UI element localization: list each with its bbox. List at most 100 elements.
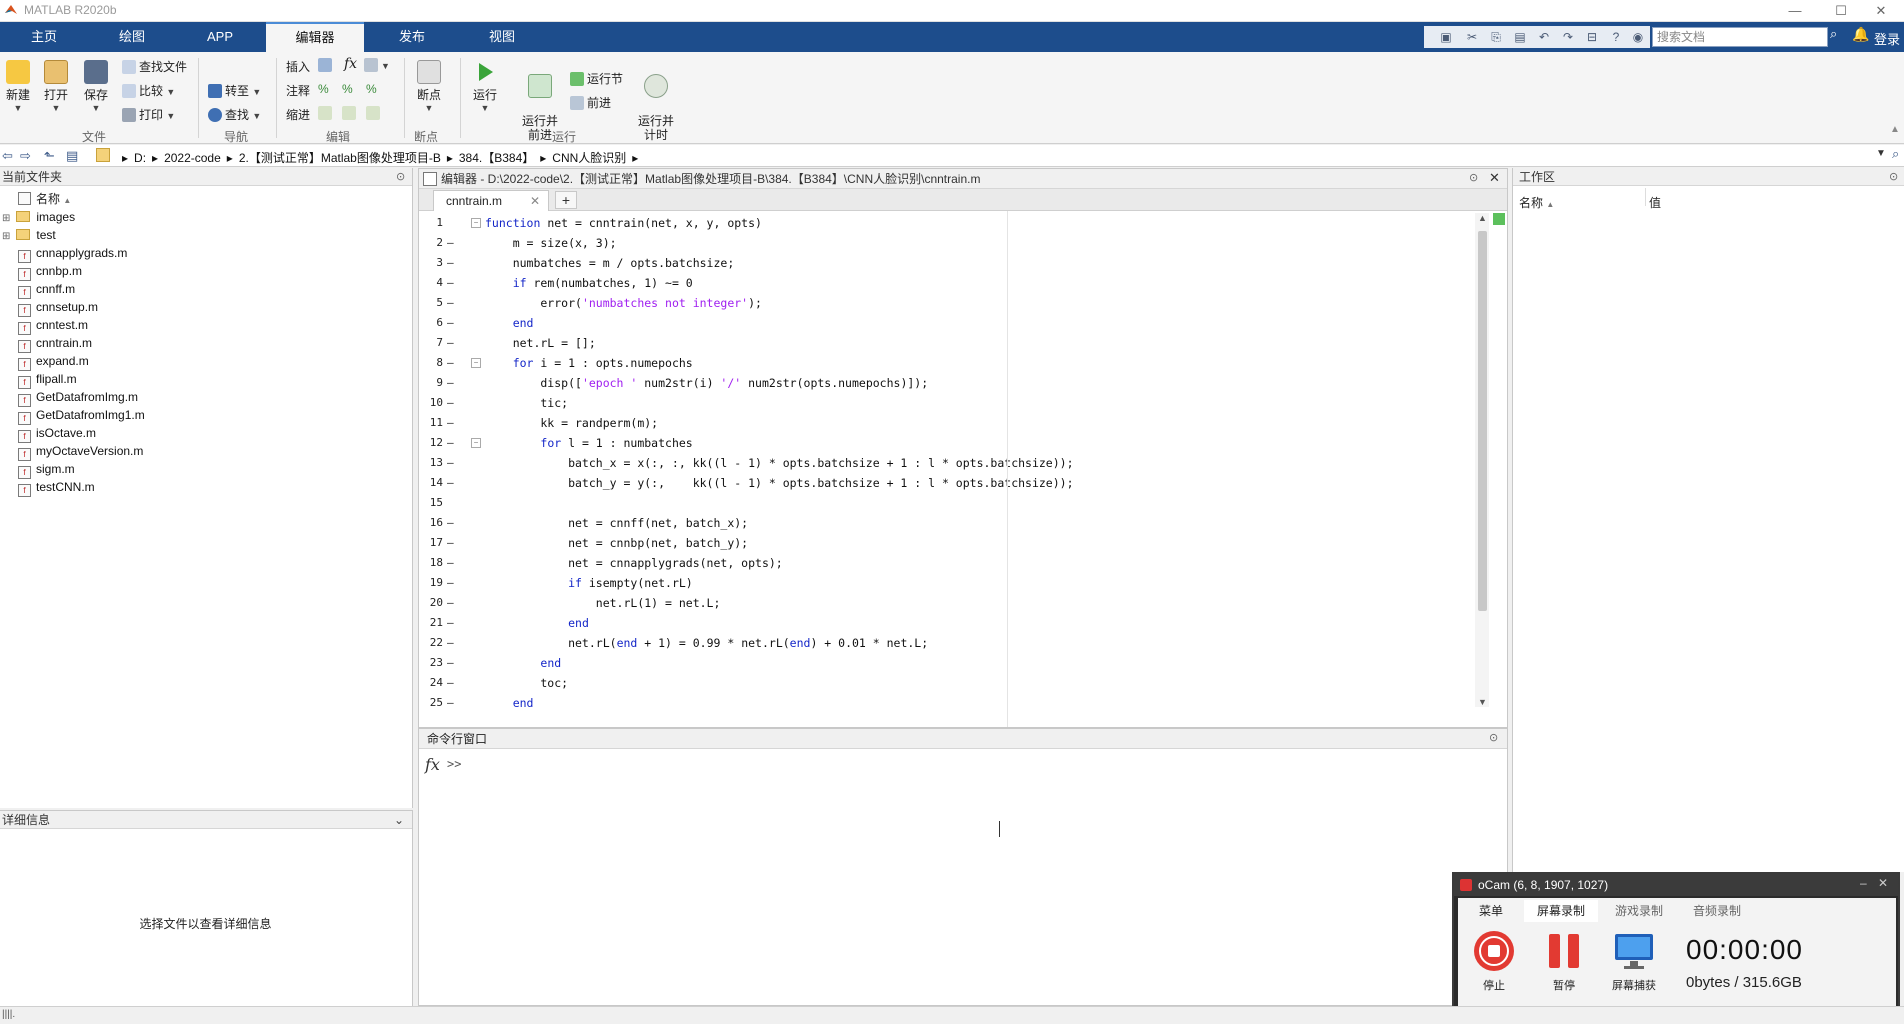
- undo-quick-icon[interactable]: ↶: [1536, 29, 1552, 45]
- back-arrow-icon[interactable]: ⇦: [2, 148, 13, 164]
- code-analyzer-indicator[interactable]: [1493, 213, 1505, 225]
- editor-file-tab[interactable]: cnntrain.m ✕: [433, 190, 549, 211]
- find-files-button[interactable]: 查找文件: [122, 58, 187, 75]
- tab-publish[interactable]: 发布: [368, 22, 456, 52]
- file-item[interactable]: f sigm.m: [18, 460, 75, 479]
- panel-actions-icon[interactable]: ⊙: [396, 170, 405, 183]
- tab-apps[interactable]: APP: [176, 22, 264, 52]
- notification-bell-icon[interactable]: 🔔: [1852, 26, 1869, 43]
- code-line[interactable]: if rem(numbatches, 1) ~= 0: [485, 273, 693, 293]
- ocam-tab-audio-record[interactable]: 音频录制: [1680, 900, 1754, 922]
- cut-quick-icon[interactable]: ✂: [1464, 29, 1480, 45]
- run-section-button[interactable]: 运行节: [570, 70, 623, 87]
- code-line[interactable]: net.rL = [];: [485, 333, 596, 353]
- file-item[interactable]: f cnnbp.m: [18, 262, 82, 281]
- close-tab-icon[interactable]: ✕: [530, 191, 540, 211]
- paste-quick-icon[interactable]: ▤: [1512, 29, 1528, 45]
- code-line[interactable]: error('numbatches not integer');: [485, 293, 762, 313]
- uncomment-icon[interactable]: %: [342, 82, 353, 96]
- command-window[interactable]: 命令行窗口 ⊙ fx >>: [418, 728, 1508, 1006]
- file-item[interactable]: f myOctaveVersion.m: [18, 442, 143, 461]
- search-documentation-input[interactable]: 搜索文档: [1652, 27, 1828, 47]
- breakpoint-marker[interactable]: –: [447, 413, 457, 433]
- address-search-icon[interactable]: ⌕: [1892, 146, 1899, 162]
- switch-windows-icon[interactable]: ⊟: [1584, 29, 1600, 45]
- login-link[interactable]: 登录: [1874, 29, 1900, 48]
- minimize-button[interactable]: —: [1772, 0, 1818, 22]
- comment-percent-icon[interactable]: %: [318, 82, 329, 96]
- breakpoint-marker[interactable]: –: [447, 613, 457, 633]
- ocam-tab-game-record[interactable]: 游戏录制: [1602, 900, 1676, 922]
- breakpoint-marker[interactable]: –: [447, 273, 457, 293]
- file-item[interactable]: f expand.m: [18, 352, 89, 371]
- fold-toggle-icon[interactable]: −: [471, 358, 481, 368]
- breakpoint-marker[interactable]: –: [447, 253, 457, 273]
- community-icon[interactable]: ◉: [1630, 29, 1646, 45]
- save-button[interactable]: 保存 ▼: [82, 60, 110, 113]
- search-icon[interactable]: ⌕: [1830, 26, 1846, 48]
- file-item[interactable]: f cnntrain.m: [18, 334, 92, 353]
- breakpoint-marker[interactable]: –: [447, 233, 457, 253]
- code-line[interactable]: end: [485, 313, 534, 333]
- code-line[interactable]: net = cnnapplygrads(net, opts);: [485, 553, 783, 573]
- open-button[interactable]: 打开 ▼: [42, 60, 70, 113]
- file-item[interactable]: f testCNN.m: [18, 478, 95, 497]
- breakpoint-marker[interactable]: –: [447, 693, 457, 713]
- browse-folder-icon[interactable]: ▤: [66, 148, 78, 164]
- wrap-comments-icon[interactable]: %: [366, 82, 377, 96]
- editor-scroll-thumb[interactable]: [1478, 231, 1487, 611]
- tab-view[interactable]: 视图: [458, 22, 546, 52]
- breakpoints-button[interactable]: 断点 ▼: [414, 60, 444, 113]
- breakpoint-marker[interactable]: –: [447, 313, 457, 333]
- up-folder-icon[interactable]: ⬑: [44, 148, 55, 164]
- breakpoint-marker[interactable]: –: [447, 393, 457, 413]
- code-line[interactable]: net = cnnbp(net, batch_y);: [485, 533, 748, 553]
- breakpoint-marker[interactable]: –: [447, 673, 457, 693]
- code-line[interactable]: for i = 1 : opts.numepochs: [485, 353, 693, 373]
- expand-icon[interactable]: ⊞: [2, 231, 10, 242]
- code-line[interactable]: for l = 1 : numbatches: [485, 433, 692, 453]
- ocam-tab-menu[interactable]: 菜单: [1458, 900, 1524, 922]
- file-item[interactable]: f cnnsetup.m: [18, 298, 98, 317]
- collapse-ribbon-icon[interactable]: ▲: [1890, 124, 1900, 135]
- breakpoint-marker[interactable]: [447, 213, 457, 233]
- ocam-pause-button[interactable]: 暂停: [1536, 928, 1592, 993]
- breakpoint-marker[interactable]: –: [447, 373, 457, 393]
- breakpoint-marker[interactable]: –: [447, 353, 457, 373]
- ocam-capture-button[interactable]: 屏幕捕获: [1606, 928, 1662, 993]
- code-line[interactable]: function net = cnntrain(net, x, y, opts): [485, 213, 762, 233]
- breakpoint-marker[interactable]: –: [447, 433, 457, 453]
- save-quick-icon[interactable]: ▣: [1438, 29, 1454, 45]
- indent-button[interactable]: 缩进: [286, 106, 310, 123]
- new-button[interactable]: 新建 ▼: [4, 60, 32, 113]
- file-item[interactable]: f cnnapplygrads.m: [18, 244, 127, 263]
- crumb-b384[interactable]: 384.【B384】: [459, 151, 534, 165]
- add-tab-button[interactable]: +: [555, 191, 577, 209]
- workspace-actions-icon[interactable]: ⊙: [1889, 170, 1898, 183]
- ocam-stop-button[interactable]: 停止: [1466, 928, 1522, 993]
- print-button[interactable]: 打印 ▼: [122, 106, 175, 123]
- tab-editor[interactable]: 编辑器: [266, 22, 364, 53]
- name-column-header[interactable]: 名称 ▲: [18, 190, 71, 208]
- insert-plot-icon[interactable]: ▼: [364, 58, 390, 72]
- scroll-down-icon[interactable]: ▼: [1478, 697, 1487, 707]
- folder-item[interactable]: ⊞ images: [2, 208, 75, 226]
- code-line[interactable]: m = size(x, 3);: [485, 233, 617, 253]
- fold-toggle-icon[interactable]: −: [471, 218, 481, 228]
- editor-close-icon[interactable]: ✕: [1489, 170, 1500, 186]
- code-line[interactable]: kk = randperm(m);: [485, 413, 658, 433]
- editor-actions-icon[interactable]: ⊙: [1469, 171, 1478, 184]
- code-line[interactable]: disp(['epoch ' num2str(i) '/' num2str(op…: [485, 373, 928, 393]
- crumb-2022-code[interactable]: 2022-code: [164, 151, 221, 165]
- advance-button[interactable]: 前进: [570, 94, 611, 111]
- breakpoint-marker[interactable]: –: [447, 473, 457, 493]
- breakpoint-marker[interactable]: –: [447, 453, 457, 473]
- increase-indent-icon[interactable]: [342, 106, 359, 120]
- chevron-down-icon[interactable]: ⌄: [394, 811, 404, 829]
- tab-plots[interactable]: 绘图: [88, 22, 176, 52]
- code-line[interactable]: net = cnnff(net, batch_x);: [485, 513, 748, 533]
- code-line[interactable]: end: [485, 653, 561, 673]
- breakpoint-marker[interactable]: –: [447, 333, 457, 353]
- forward-arrow-icon[interactable]: ⇨: [20, 148, 31, 164]
- redo-quick-icon[interactable]: ↷: [1560, 29, 1576, 45]
